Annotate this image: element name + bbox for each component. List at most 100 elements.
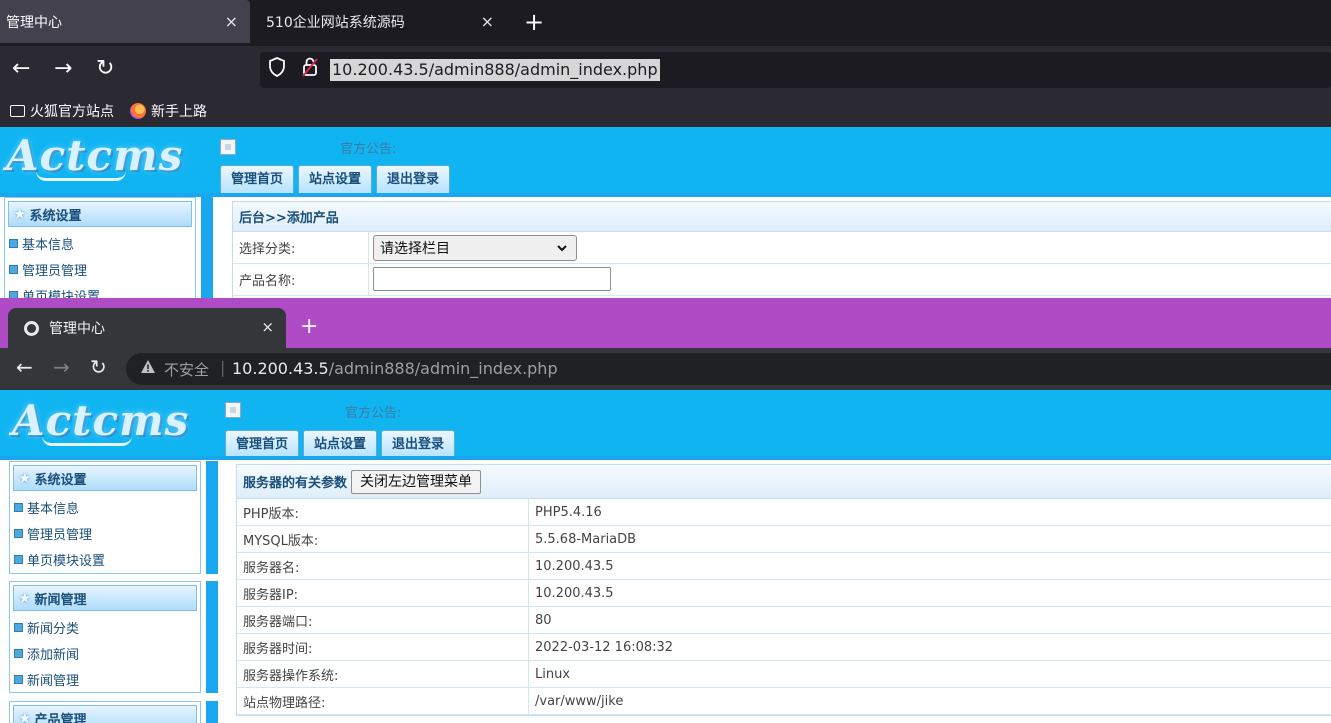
sidebar-item-single-page[interactable]: 单页模块设置	[5, 282, 195, 298]
param-label: 站点物理路径:	[237, 688, 529, 714]
bookmark-label: 火狐官方站点	[30, 104, 114, 120]
sidebar-item-basic-info[interactable]: 基本信息	[5, 230, 195, 256]
globe-icon	[24, 320, 39, 336]
sidebar-title[interactable]: ★ 产品管理	[13, 705, 197, 723]
sidebar-scroll-strip[interactable]	[206, 701, 218, 723]
sidebar-item-single-page[interactable]: 单页模块设置	[10, 546, 200, 572]
sidebar-title-label: 新闻管理	[34, 592, 87, 608]
forward-icon[interactable]: →	[53, 355, 70, 379]
tab-title: 管理中心	[6, 14, 62, 31]
sidebar-scroll-strip[interactable]	[206, 581, 218, 693]
firefox-nav-bar: ← → ↻ 10.200.43.5/admin888/admin_index.p…	[0, 46, 1331, 94]
nav-home[interactable]: 管理首页	[225, 430, 300, 458]
sidebar-item-add-news[interactable]: 添加新闻	[10, 640, 200, 666]
param-label: PHP版本:	[237, 499, 529, 525]
bullet-icon	[9, 238, 18, 248]
forward-icon[interactable]: →	[54, 56, 72, 81]
param-value: 5.5.68-MariaDB	[535, 531, 637, 547]
back-icon[interactable]: ←	[12, 56, 30, 81]
official-notice: 官方公告:	[340, 142, 397, 157]
official-notice: 官方公告:	[345, 406, 402, 421]
bullet-icon	[14, 622, 23, 632]
category-label: 选择分类:	[233, 232, 369, 263]
server-info-rows: PHP版本: PHP5.4.16 MYSQL版本: 5.5.68-MariaDB 服务器…	[237, 499, 1331, 715]
logo-swoosh	[36, 171, 126, 181]
sidebar-title[interactable]: ★ 系统设置	[13, 465, 197, 491]
folder-icon	[10, 105, 25, 117]
firefox-tab-source[interactable]: 510企业网站系统源码 ×	[256, 0, 506, 43]
reload-icon[interactable]: ↻	[90, 355, 107, 379]
product-name-row: 产品名称:	[233, 264, 1331, 296]
sidebar-item-news-manage[interactable]: 新闻管理	[10, 666, 200, 692]
address-bar[interactable]: 10.200.43.5/admin888/admin_index.php	[260, 52, 1331, 88]
param-label: 服务器名:	[237, 553, 529, 579]
param-label: MYSQL版本:	[237, 526, 529, 552]
sidebar-item-label: 新闻管理	[27, 673, 80, 689]
sidebar-title-label: 系统设置	[29, 208, 82, 224]
nav-home[interactable]: 管理首页	[220, 165, 295, 193]
category-select[interactable]: 请选择栏目	[373, 235, 577, 261]
url-text[interactable]: 10.200.43.5/admin888/admin_index.php	[330, 59, 660, 81]
sidebar-title[interactable]: ★ 系统设置	[8, 201, 192, 227]
product-name-input[interactable]	[373, 267, 611, 291]
param-value: 80	[535, 612, 552, 628]
header-divider	[0, 456, 1331, 460]
table-row: MYSQL版本: 5.5.68-MariaDB	[237, 526, 1331, 553]
warning-icon[interactable]	[140, 359, 156, 375]
param-label: 服务器IP:	[237, 580, 529, 606]
sidebar-title-label: 系统设置	[34, 472, 87, 488]
address-bar[interactable]: 不安全 | 10.200.43.5/admin888/admin_index.p…	[126, 353, 1331, 385]
new-tab-button[interactable]: +	[524, 8, 544, 36]
bookmark-folder[interactable]: 火狐官方站点	[10, 101, 114, 121]
param-value: PHP5.4.16	[535, 504, 602, 520]
reload-icon[interactable]: ↻	[96, 56, 114, 81]
firefox-tab-admin[interactable]: 管理中心 ×	[0, 0, 250, 43]
insecure-label[interactable]: 不安全	[164, 359, 209, 380]
table-row: 服务器IP: 10.200.43.5	[237, 580, 1331, 607]
sidebar-group-system: ★ 系统设置 基本信息 管理员管理 单页模块设置	[4, 197, 196, 298]
bullet-icon	[14, 648, 23, 658]
param-value: Linux	[535, 666, 571, 682]
close-icon[interactable]: ×	[261, 318, 274, 336]
new-tab-button[interactable]: +	[300, 314, 318, 339]
firefox-window: 管理中心 × 510企业网站系统源码 × + ← → ↻ 10.200.43.5…	[0, 0, 1331, 298]
cms-header: Actcms 官方公告: 管理首页 站点设置 退出登录	[0, 390, 1331, 458]
nav-logout[interactable]: 退出登录	[376, 165, 451, 193]
sidebar-item-admin-manage[interactable]: 管理员管理	[10, 520, 200, 546]
chrome-tab-admin[interactable]: 管理中心 ×	[8, 308, 286, 348]
bookmarks-bar: 火狐官方站点 新手上路	[0, 94, 1331, 127]
url-path: /admin888/admin_index.php	[328, 359, 558, 378]
nav-site-settings[interactable]: 站点设置	[298, 165, 373, 193]
param-label: 服务器端口:	[237, 607, 529, 633]
bullet-icon	[14, 554, 23, 564]
url-host: 10.200.43.5	[232, 359, 329, 378]
product-name-label: 产品名称:	[233, 264, 369, 295]
bullet-icon	[9, 264, 18, 274]
close-left-menu-button[interactable]: 关闭左边管理菜单	[351, 469, 482, 494]
sidebar-item-news-category[interactable]: 新闻分类	[10, 614, 200, 640]
sidebar-title[interactable]: ★ 新闻管理	[13, 585, 197, 611]
sidebar-item-admin-manage[interactable]: 管理员管理	[5, 256, 195, 282]
bullet-icon	[14, 528, 23, 538]
star-icon: ★	[18, 709, 32, 723]
sidebar-item-label: 基本信息	[27, 501, 80, 517]
close-icon[interactable]: ×	[481, 12, 494, 31]
sidebar-item-label: 基本信息	[22, 237, 75, 253]
shield-icon[interactable]	[268, 57, 286, 77]
sidebar-item-basic-info[interactable]: 基本信息	[10, 494, 200, 520]
bookmark-getting-started[interactable]: 新手上路	[130, 101, 207, 121]
close-icon[interactable]: ×	[225, 12, 238, 31]
nav-logout[interactable]: 退出登录	[381, 430, 456, 458]
sidebar-scroll-strip[interactable]	[201, 197, 213, 298]
url-text[interactable]: 10.200.43.5/admin888/admin_index.php	[232, 359, 558, 378]
table-row: 服务器操作系统: Linux	[237, 661, 1331, 688]
breadcrumb: 后台>>添加产品	[233, 202, 1331, 232]
table-row: PHP版本: PHP5.4.16	[237, 499, 1331, 526]
nav-site-settings[interactable]: 站点设置	[303, 430, 378, 458]
table-row: 站点物理路径: /var/www/jike	[237, 688, 1331, 715]
sidebar-scroll-strip[interactable]	[206, 461, 218, 574]
sidebar-title-label: 产品管理	[34, 712, 87, 723]
back-icon[interactable]: ←	[16, 355, 33, 379]
insecure-lock-icon[interactable]	[302, 57, 318, 77]
sidebar-item-label: 单页模块设置	[27, 553, 106, 569]
